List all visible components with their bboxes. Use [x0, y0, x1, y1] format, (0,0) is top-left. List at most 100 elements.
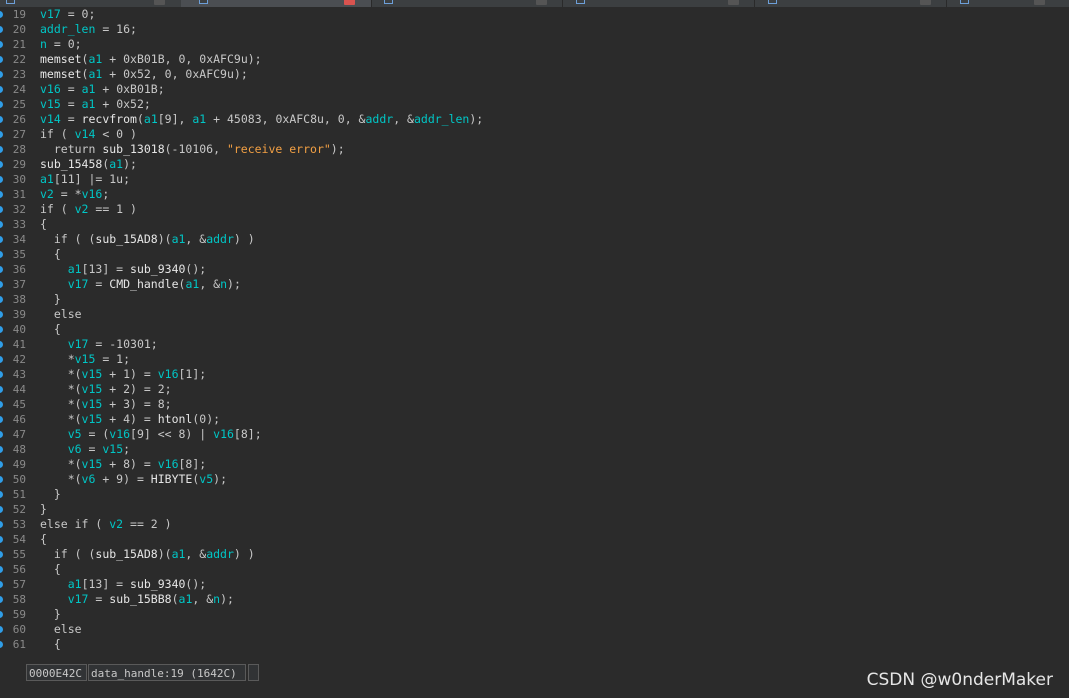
breakpoint-dot-icon[interactable] — [0, 281, 3, 288]
code-line[interactable]: 44 *(v15 + 2) = 2; — [0, 382, 1069, 397]
code-token[interactable]: a1 — [185, 277, 199, 291]
code-line[interactable]: 54 { — [0, 532, 1069, 547]
code-token[interactable]: addr_len — [40, 22, 95, 36]
code-token[interactable]: v2 — [40, 187, 54, 201]
breakpoint-dot-icon[interactable] — [0, 596, 3, 603]
code-token[interactable]: sub_15AD8 — [95, 547, 157, 561]
breakpoint-dot-icon[interactable] — [0, 551, 3, 558]
close-icon[interactable] — [154, 0, 165, 5]
code-line[interactable]: 23 memset(a1 + 0x52, 0, 0xAFC9u); — [0, 67, 1069, 82]
breakpoint-dot-icon[interactable] — [0, 191, 3, 198]
code-token[interactable]: v2 — [109, 517, 123, 531]
code-line[interactable]: 26 v14 = recvfrom(a1[9], a1 + 45083, 0xAF… — [0, 112, 1069, 127]
code-line[interactable]: 51 } — [0, 487, 1069, 502]
breakpoint-dot-icon[interactable] — [0, 176, 3, 183]
breakpoint-dot-icon[interactable] — [0, 41, 3, 48]
code-line[interactable]: 33 { — [0, 217, 1069, 232]
editor-tab-active[interactable] — [181, 0, 372, 7]
code-token[interactable]: a1 — [40, 172, 54, 186]
code-token[interactable]: v5 — [68, 427, 82, 441]
breakpoint-dot-icon[interactable] — [0, 506, 3, 513]
editor-tab[interactable] — [756, 0, 947, 7]
code-line[interactable]: 42 *v15 = 1; — [0, 352, 1069, 367]
code-token[interactable]: v15 — [102, 442, 123, 456]
breakpoint-dot-icon[interactable] — [0, 446, 3, 453]
code-line[interactable]: 19 v17 = 0; — [0, 7, 1069, 22]
code-line[interactable]: 52} — [0, 502, 1069, 517]
code-line[interactable]: 50 *(v6 + 9) = HIBYTE(v5); — [0, 472, 1069, 487]
code-line[interactable]: 37 v17 = CMD_handle(a1, &n); — [0, 277, 1069, 292]
code-token[interactable]: v5 — [199, 472, 213, 486]
code-line[interactable]: 22 memset(a1 + 0xB01B, 0, 0xAFC9u); — [0, 52, 1069, 67]
editor-tab[interactable] — [372, 0, 563, 7]
breakpoint-dot-icon[interactable] — [0, 146, 3, 153]
code-token[interactable]: v16 — [109, 427, 130, 441]
code-line[interactable]: 21 n = 0; — [0, 37, 1069, 52]
code-token[interactable]: v6 — [82, 472, 96, 486]
breakpoint-dot-icon[interactable] — [0, 431, 3, 438]
code-token[interactable]: sub_15AD8 — [95, 232, 157, 246]
code-token[interactable]: v16 — [158, 367, 179, 381]
breakpoint-dot-icon[interactable] — [0, 56, 3, 63]
breakpoint-dot-icon[interactable] — [0, 566, 3, 573]
breakpoint-dot-icon[interactable] — [0, 341, 3, 348]
code-token[interactable]: htonl — [158, 412, 193, 426]
breakpoint-dot-icon[interactable] — [0, 326, 3, 333]
breakpoint-dot-icon[interactable] — [0, 641, 3, 648]
code-token[interactable]: a1 — [68, 262, 82, 276]
code-line[interactable]: 31 v2 = *v16; — [0, 187, 1069, 202]
code-token[interactable]: v15 — [82, 457, 103, 471]
code-token[interactable]: v16 — [158, 457, 179, 471]
code-token[interactable]: a1 — [144, 112, 158, 126]
breakpoint-dot-icon[interactable] — [0, 536, 3, 543]
code-token[interactable]: v17 — [68, 592, 89, 606]
breakpoint-dot-icon[interactable] — [0, 266, 3, 273]
close-icon[interactable] — [920, 0, 931, 5]
code-token[interactable]: a1 — [88, 67, 102, 81]
breakpoint-dot-icon[interactable] — [0, 401, 3, 408]
code-token[interactable]: v6 — [68, 442, 82, 456]
code-token[interactable]: a1 — [82, 97, 96, 111]
code-line[interactable]: 38 } — [0, 292, 1069, 307]
code-line[interactable]: 45 *(v15 + 3) = 8; — [0, 397, 1069, 412]
editor-tab[interactable] — [948, 0, 1069, 7]
code-token[interactable]: v15 — [82, 367, 103, 381]
code-token[interactable]: a1 — [192, 112, 206, 126]
code-token[interactable]: n — [220, 277, 227, 291]
code-line[interactable]: 60 else — [0, 622, 1069, 637]
code-line[interactable]: 35 { — [0, 247, 1069, 262]
breakpoint-dot-icon[interactable] — [0, 71, 3, 78]
breakpoint-dot-icon[interactable] — [0, 521, 3, 528]
editor-tab[interactable] — [564, 0, 755, 7]
code-token[interactable]: v15 — [82, 397, 103, 411]
breakpoint-dot-icon[interactable] — [0, 461, 3, 468]
code-line[interactable]: 56 { — [0, 562, 1069, 577]
breakpoint-dot-icon[interactable] — [0, 221, 3, 228]
code-line[interactable]: 39 else — [0, 307, 1069, 322]
breakpoint-dot-icon[interactable] — [0, 101, 3, 108]
code-token[interactable]: sub_15BB8 — [109, 592, 171, 606]
breakpoint-dot-icon[interactable] — [0, 86, 3, 93]
code-line[interactable]: 30 a1[11] |= 1u; — [0, 172, 1069, 187]
code-token[interactable]: v15 — [82, 382, 103, 396]
code-line[interactable]: 20 addr_len = 16; — [0, 22, 1069, 37]
code-line[interactable]: 32 if ( v2 == 1 ) — [0, 202, 1069, 217]
code-token[interactable]: recvfrom — [82, 112, 137, 126]
code-token[interactable]: v16 — [82, 187, 103, 201]
code-token[interactable]: addr_len — [414, 112, 469, 126]
breakpoint-dot-icon[interactable] — [0, 161, 3, 168]
code-line[interactable]: 43 *(v15 + 1) = v16[1]; — [0, 367, 1069, 382]
code-line[interactable]: 61 { — [0, 637, 1069, 652]
code-line[interactable]: 59 } — [0, 607, 1069, 622]
code-token[interactable]: addr — [365, 112, 393, 126]
code-token[interactable]: a1 — [68, 577, 82, 591]
editor-tab[interactable] — [0, 0, 191, 7]
breakpoint-dot-icon[interactable] — [0, 416, 3, 423]
breakpoint-dot-icon[interactable] — [0, 491, 3, 498]
breakpoint-dot-icon[interactable] — [0, 626, 3, 633]
code-line[interactable]: 25 v15 = a1 + 0x52; — [0, 97, 1069, 112]
code-line[interactable]: 49 *(v15 + 8) = v16[8]; — [0, 457, 1069, 472]
breakpoint-dot-icon[interactable] — [0, 11, 3, 18]
code-token[interactable]: v17 — [40, 7, 61, 21]
code-line[interactable]: 46 *(v15 + 4) = htonl(0); — [0, 412, 1069, 427]
